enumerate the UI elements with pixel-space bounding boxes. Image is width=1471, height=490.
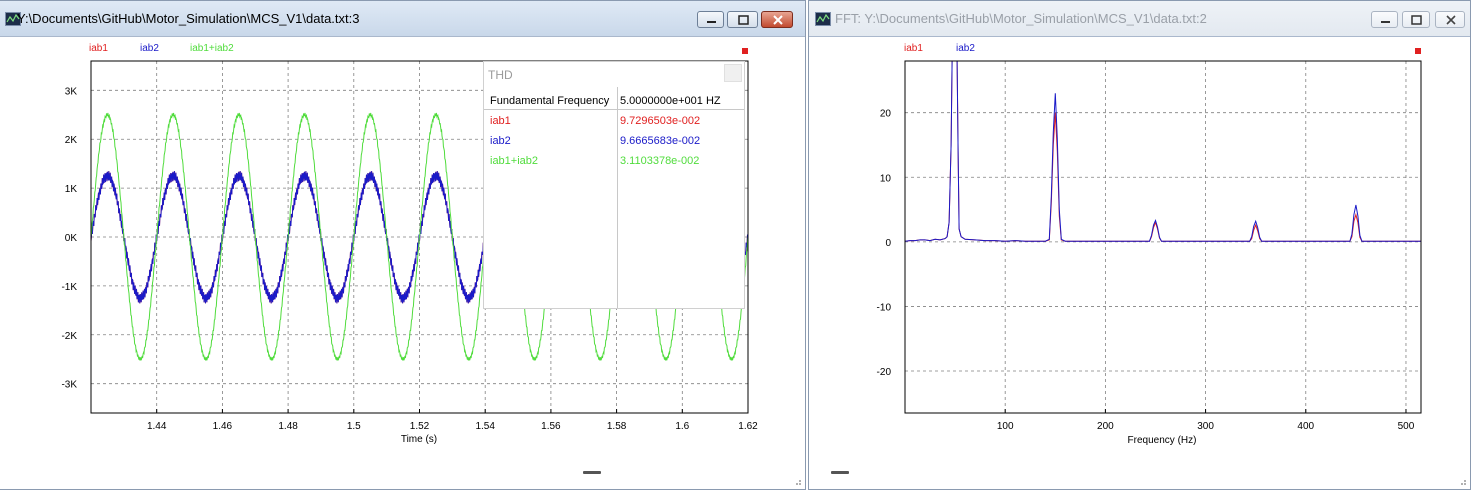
thd-row-value: 9.6665683e-002: [620, 135, 701, 147]
legend-marker: [1415, 48, 1421, 54]
maximize-icon: [738, 15, 749, 25]
legend-marker: [742, 48, 748, 54]
thd-panel: THD Fundamental Frequency 5.0000000e+001…: [483, 61, 745, 309]
y-tick-label: -1K: [61, 282, 77, 293]
close-button[interactable]: [761, 11, 793, 28]
x-tick-label: 300: [1197, 421, 1214, 432]
y-tick-label: -3K: [61, 380, 77, 391]
y-tick-label: 10: [880, 173, 892, 184]
x-axis-label: Time (s): [401, 434, 437, 445]
time-plot-window: Y:\Documents\GitHub\Motor_Simulation\MCS…: [0, 0, 806, 490]
legend-entry: iab1: [89, 43, 108, 54]
y-tick-label: 1K: [65, 184, 78, 195]
maximize-button[interactable]: [1402, 11, 1430, 28]
x-tick-label: 1.5: [347, 421, 361, 432]
x-tick-label: 100: [997, 421, 1014, 432]
y-tick-label: 0K: [65, 233, 78, 244]
minimize-button[interactable]: [1371, 11, 1398, 28]
minimize-icon: [1381, 21, 1390, 23]
thd-row-name: iab1+iab2: [490, 155, 539, 167]
thd-title: THD: [488, 68, 513, 82]
thd-row-name: iab1: [490, 115, 511, 127]
fundamental-value: 5.0000000e+001 HZ: [620, 95, 721, 107]
fft-plot-window: FFT: Y:\Documents\GitHub\Motor_Simulatio…: [808, 0, 1471, 490]
splitter-handle[interactable]: [831, 471, 849, 474]
series-line: [905, 61, 1421, 242]
fft-chart[interactable]: 100 200 300 400 50020100-10-20 iab1 iab2 Freq…: [809, 37, 1471, 487]
thd-close-button[interactable]: [724, 64, 742, 82]
x-tick-label: 1.58: [607, 421, 627, 432]
thd-row: iab1 9.7296503e-002: [484, 113, 744, 131]
x-tick-label: 1.48: [278, 421, 298, 432]
x-tick-label: 1.52: [410, 421, 430, 432]
x-tick-label: 1.54: [475, 421, 495, 432]
thd-row-value: 9.7296503e-002: [620, 115, 701, 127]
minimize-icon: [707, 21, 716, 23]
x-tick-label: 200: [1097, 421, 1114, 432]
x-tick-label: 400: [1297, 421, 1314, 432]
resize-grip-icon[interactable]: [1457, 476, 1467, 486]
x-tick-label: 1.6: [675, 421, 689, 432]
x-tick-label: 1.44: [147, 421, 167, 432]
thd-row-value: 3.1103378e-002: [620, 155, 700, 167]
legend-entry: iab1: [904, 43, 923, 54]
x-tick-label: 1.56: [541, 421, 561, 432]
x-tick-label: 1.46: [213, 421, 233, 432]
thd-fundamental-row: Fundamental Frequency 5.0000000e+001 HZ: [484, 93, 744, 111]
thd-row: iab2 9.6665683e-002: [484, 133, 744, 151]
legend-entry: iab1+iab2: [190, 43, 234, 54]
series-line: [905, 61, 1421, 242]
minimize-button[interactable]: [697, 11, 724, 28]
close-icon: [1446, 15, 1456, 25]
legend-entry: iab2: [956, 43, 975, 54]
y-tick-label: -2K: [61, 331, 77, 342]
x-tick-label: 1.62: [738, 421, 758, 432]
thd-row-name: iab2: [490, 135, 511, 147]
fundamental-label: Fundamental Frequency: [490, 95, 610, 107]
splitter-handle[interactable]: [583, 471, 601, 474]
y-tick-label: 20: [880, 109, 892, 120]
y-tick-label: -20: [877, 367, 892, 378]
thd-row: iab1+iab2 3.1103378e-002: [484, 153, 744, 171]
maximize-button[interactable]: [727, 11, 758, 28]
maximize-icon: [1411, 15, 1422, 25]
time-plot-titlebar[interactable]: Y:\Documents\GitHub\Motor_Simulation\MCS…: [0, 1, 805, 37]
close-icon: [773, 15, 783, 25]
y-tick-label: 0: [885, 238, 891, 249]
y-tick-label: 2K: [65, 135, 78, 146]
time-plot-title: Y:\Documents\GitHub\Motor_Simulation\MCS…: [17, 11, 360, 26]
y-tick-label: 3K: [65, 86, 78, 97]
resize-grip-icon[interactable]: [792, 476, 802, 486]
legend-entry: iab2: [140, 43, 159, 54]
close-button[interactable]: [1435, 11, 1465, 28]
app-icon: [815, 12, 831, 26]
y-tick-label: -10: [877, 302, 892, 313]
x-axis-label: Frequency (Hz): [1128, 435, 1197, 446]
fft-plot-titlebar[interactable]: FFT: Y:\Documents\GitHub\Motor_Simulatio…: [809, 1, 1470, 37]
fft-plot-title: FFT: Y:\Documents\GitHub\Motor_Simulatio…: [835, 11, 1207, 26]
x-tick-label: 500: [1398, 421, 1415, 432]
